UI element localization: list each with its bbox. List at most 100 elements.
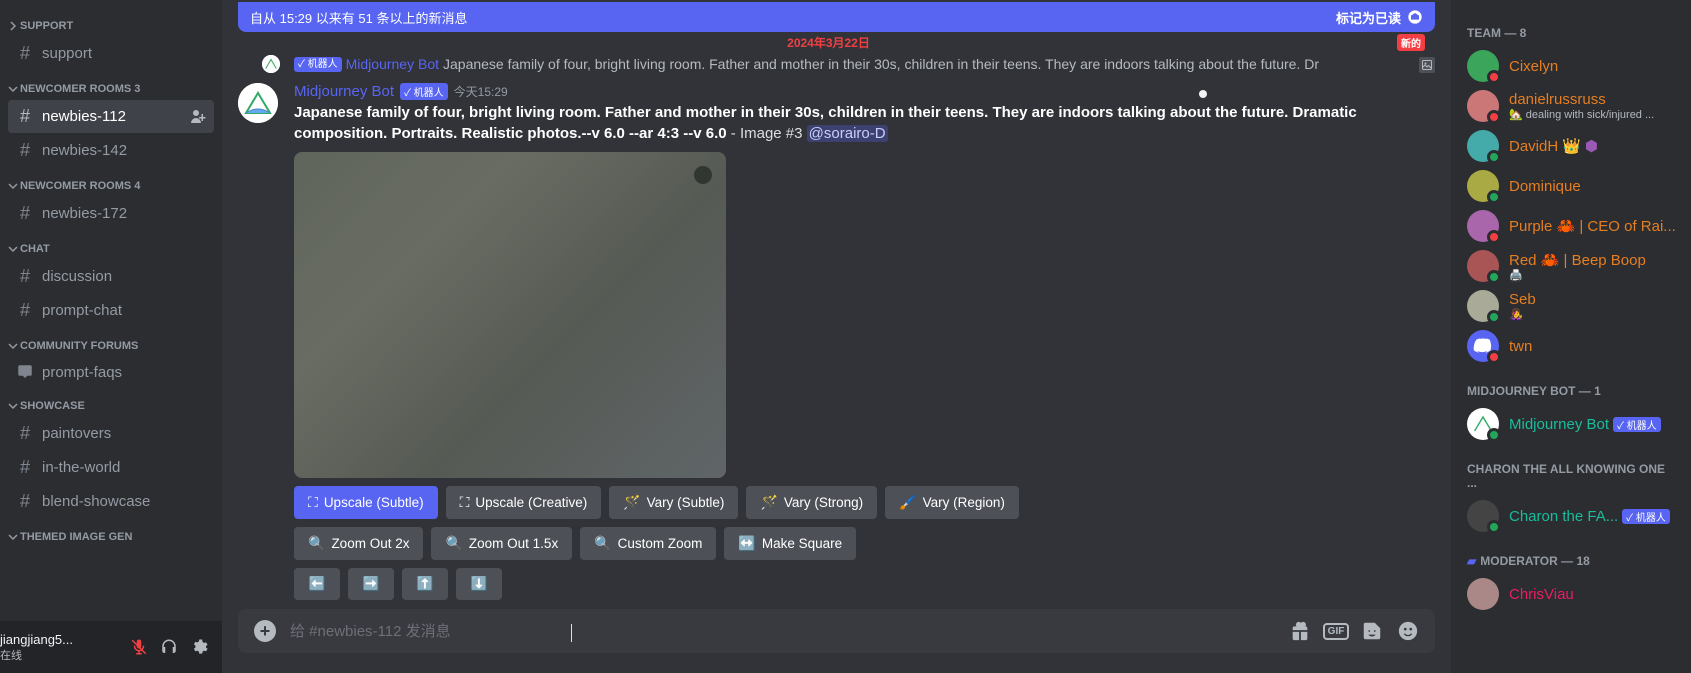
expand-icon: ⛶ xyxy=(308,494,318,511)
hash-icon: # xyxy=(16,300,34,321)
text-cursor-icon xyxy=(571,624,572,642)
status-online-icon xyxy=(1487,520,1501,534)
member-red[interactable]: Red 🦀 | Beep Boop🖨️ xyxy=(1459,246,1683,286)
status-online-icon xyxy=(1487,310,1501,324)
gif-button[interactable]: GIF xyxy=(1325,620,1347,642)
pan-left-button[interactable]: ⬅️ xyxy=(294,568,340,600)
category-newcomer-4[interactable]: NEWCOMER ROOMS 4 xyxy=(0,168,222,196)
sparkle-icon: 🪄 xyxy=(623,494,640,511)
channel-newbies-172[interactable]: # newbies-172 xyxy=(8,197,214,230)
member-charon[interactable]: Charon the FA... ✓ 机器人 xyxy=(1459,496,1683,536)
channel-newbies-112[interactable]: # newbies-112 xyxy=(8,100,214,133)
settings-button[interactable] xyxy=(184,632,214,662)
zoom-out-1-5x-button[interactable]: 🔍Zoom Out 1.5x xyxy=(431,527,572,560)
channel-in-the-world[interactable]: # in-the-world xyxy=(8,451,214,484)
sticker-button[interactable] xyxy=(1361,620,1383,642)
category-community-forums[interactable]: COMMUNITY FORUMS xyxy=(0,328,222,356)
vary-subtle-button[interactable]: 🪄Vary (Subtle) xyxy=(609,486,738,519)
category-showcase[interactable]: SHOWCASE xyxy=(0,388,222,416)
message-author[interactable]: Midjourney Bot xyxy=(294,83,394,100)
member-danielrussruss[interactable]: danielrussruss🏡 dealing with sick/injure… xyxy=(1459,86,1683,126)
gear-icon xyxy=(190,638,208,656)
status-dnd-icon xyxy=(1487,70,1501,84)
image-attachment-icon xyxy=(1419,57,1435,73)
user-mention[interactable]: @sorairo-D xyxy=(807,125,888,142)
category-support[interactable]: SUPPORT xyxy=(0,8,222,36)
member-purple[interactable]: Purple 🦀 | CEO of Rai... xyxy=(1459,206,1683,246)
member-category-charon: CHARON THE ALL KNOWING ONE ... xyxy=(1459,444,1683,496)
channel-support[interactable]: # support xyxy=(8,37,214,70)
member-dominique[interactable]: Dominique xyxy=(1459,166,1683,206)
channel-discussion[interactable]: # discussion xyxy=(8,260,214,293)
attach-button[interactable]: + xyxy=(254,620,276,642)
hash-icon: # xyxy=(16,457,34,478)
new-messages-banner[interactable]: 自从 15:29 以来有 51 条以上的新消息 标记为已读 xyxy=(238,2,1435,32)
sparkle-icon: 🪄 xyxy=(760,494,777,511)
member-twn[interactable]: twn xyxy=(1459,326,1683,366)
message: Midjourney Bot ✓ 机器人 今天15:29 Japanese fa… xyxy=(222,77,1435,600)
member-cixelyn[interactable]: Cixelyn xyxy=(1459,46,1683,86)
member-category-mj-bot: MIDJOURNEY BOT — 1 xyxy=(1459,366,1683,404)
category-newcomer-3[interactable]: NEWCOMER ROOMS 3 xyxy=(0,71,222,99)
hash-icon: # xyxy=(16,423,34,444)
crown-icon: 👑 xyxy=(1562,137,1581,155)
chevron-right-icon xyxy=(8,21,18,31)
message-list[interactable]: 2024年3月22日新的 ✓ 机器人 Midjourney Bot Japane… xyxy=(222,32,1451,609)
referenced-message[interactable]: ✓ 机器人 Midjourney Bot Japanese family of … xyxy=(222,53,1435,77)
zoom-icon: 🔍 xyxy=(308,535,325,552)
resize-icon: ↔️ xyxy=(738,535,755,552)
member-davidh[interactable]: DavidH 👑 ⬢ xyxy=(1459,126,1683,166)
message-input[interactable]: 给 #newbies-112 发消息 xyxy=(290,620,1275,641)
message-content: Japanese family of four, bright living r… xyxy=(294,102,1419,144)
unread-indicator-icon xyxy=(1199,90,1207,98)
gift-button[interactable] xyxy=(1289,620,1311,642)
make-square-button[interactable]: ↔️Make Square xyxy=(724,527,856,560)
category-chat[interactable]: CHAT xyxy=(0,231,222,259)
pan-up-button[interactable]: ⬆️ xyxy=(402,568,448,600)
hash-icon: # xyxy=(16,266,34,287)
chevron-down-icon xyxy=(8,341,18,351)
emoji-button[interactable] xyxy=(1397,620,1419,642)
channel-paintovers[interactable]: # paintovers xyxy=(8,417,214,450)
pan-right-button[interactable]: ➡️ xyxy=(348,568,394,600)
member-seb[interactable]: Seb👩‍🎤 xyxy=(1459,286,1683,326)
bot-tag: ✓ 机器人 xyxy=(400,83,448,100)
moderator-shield-icon: ▰ xyxy=(1467,554,1476,568)
zoom-out-2x-button[interactable]: 🔍Zoom Out 2x xyxy=(294,527,423,560)
referenced-author: Midjourney Bot xyxy=(346,55,439,75)
upscale-subtle-button[interactable]: ⛶Upscale (Subtle) xyxy=(294,486,438,519)
deafen-button[interactable] xyxy=(154,632,184,662)
custom-zoom-button[interactable]: 🔍Custom Zoom xyxy=(580,527,716,560)
mute-mic-button[interactable] xyxy=(124,632,154,662)
expand-icon: ⛶ xyxy=(460,494,470,511)
date-divider: 2024年3月22日新的 xyxy=(222,32,1435,53)
upscale-creative-button[interactable]: ⛶Upscale (Creative) xyxy=(446,486,602,519)
status-dnd-icon xyxy=(1487,110,1501,124)
channel-prompt-faqs[interactable]: prompt-faqs xyxy=(8,357,214,387)
member-midjourney-bot[interactable]: Midjourney Bot ✓ 机器人 xyxy=(1459,404,1683,444)
chevron-down-icon xyxy=(8,244,18,254)
pan-down-button[interactable]: ⬇️ xyxy=(456,568,502,600)
message-input-bar: + 给 #newbies-112 发消息 GIF xyxy=(238,609,1435,653)
message-avatar[interactable] xyxy=(238,83,278,123)
channel-prompt-chat[interactable]: # prompt-chat xyxy=(8,294,214,327)
gift-icon xyxy=(1289,620,1311,642)
member-chrisviau[interactable]: ChrisViau xyxy=(1459,574,1683,614)
bot-tag: ✓ 机器人 xyxy=(294,57,342,72)
channel-newbies-142[interactable]: # newbies-142 xyxy=(8,134,214,167)
message-timestamp: 今天15:29 xyxy=(454,83,508,100)
member-category-moderator: ▰MODERATOR — 18 xyxy=(1459,536,1683,574)
vary-region-button[interactable]: 🖌️Vary (Region) xyxy=(885,486,1019,519)
emoji-icon xyxy=(1397,620,1419,642)
create-invite-icon[interactable] xyxy=(190,109,206,125)
mark-read-button[interactable]: 标记为已读 xyxy=(1336,8,1423,27)
status-dnd-icon xyxy=(1487,350,1501,364)
member-list[interactable]: TEAM — 8 Cixelyn danielrussruss🏡 dealing… xyxy=(1451,0,1691,673)
badge-icon: ⬢ xyxy=(1585,137,1598,155)
category-themed-image-gen[interactable]: THEMED IMAGE GEN xyxy=(0,519,222,547)
vary-strong-button[interactable]: 🪄Vary (Strong) xyxy=(746,486,877,519)
channel-blend-showcase[interactable]: # blend-showcase xyxy=(8,485,214,518)
zoom-icon: 🔍 xyxy=(445,535,462,552)
midjourney-bot-avatar-icon xyxy=(238,83,278,123)
image-attachment[interactable] xyxy=(294,152,726,478)
